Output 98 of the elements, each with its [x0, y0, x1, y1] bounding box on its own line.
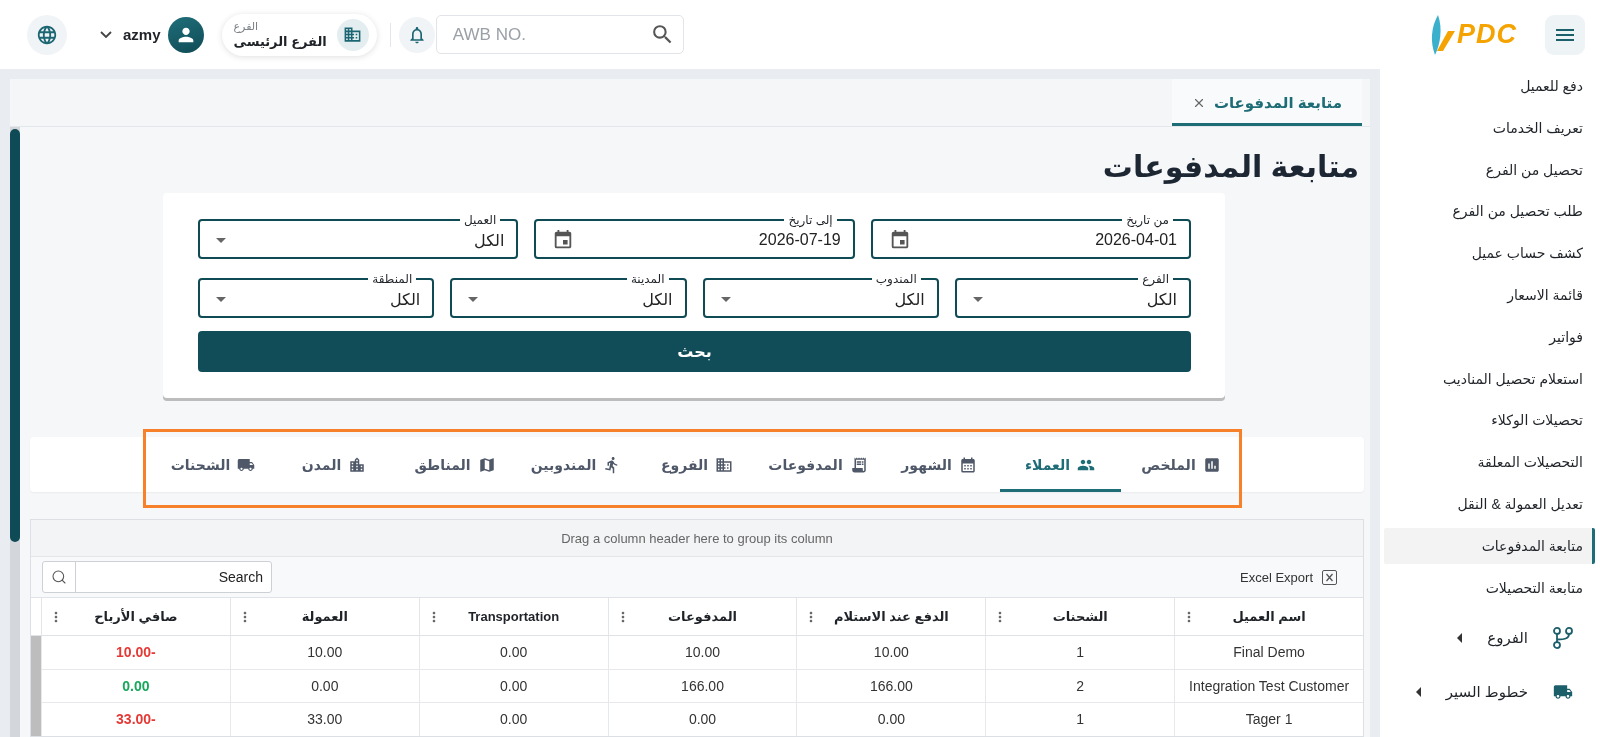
excel-export-button[interactable]: Excel Export — [1240, 569, 1337, 585]
field-label: المدينة — [629, 272, 666, 286]
select-field[interactable]: المندوب الكل — [702, 272, 939, 318]
sidebar-item[interactable]: دفع للعميل — [1384, 69, 1595, 104]
chevron-down-icon — [100, 31, 112, 38]
select-field[interactable]: الفرع الكل — [954, 272, 1191, 318]
dropdown-caret-icon — [720, 296, 731, 302]
table-cell: Integration Test Customer — [1189, 677, 1350, 694]
field-label: المندوب — [874, 272, 918, 286]
table-cell: 1 — [1076, 644, 1085, 661]
field-label: إلى تاريخ — [787, 213, 834, 227]
sidebar-item[interactable]: كشف حساب عميل — [1384, 235, 1595, 272]
field-label: العميل — [462, 213, 498, 227]
sidebar-item[interactable]: التحصيلات المعلقة — [1384, 444, 1595, 481]
report-tab[interactable]: المدن — [273, 437, 395, 492]
excel-icon — [1322, 569, 1337, 585]
menu-button[interactable] — [1545, 14, 1585, 55]
table-cell: 0.00 — [311, 677, 339, 694]
column-header[interactable]: الشحنات — [1008, 609, 1153, 624]
calendar-icon — [958, 455, 977, 474]
select-field[interactable]: المنطقة الكل — [198, 272, 435, 318]
report-tab[interactable]: المناطق — [394, 437, 516, 492]
report-tab[interactable]: الشهور — [878, 437, 1000, 492]
select-field[interactable]: العميل الكل — [198, 213, 519, 259]
column-header[interactable]: اسم العميل — [1197, 609, 1341, 624]
sidebar-item[interactable]: تعريف الخدمات — [1384, 109, 1595, 146]
table-cell: 10.00 — [873, 644, 909, 661]
sidebar-group-item[interactable]: خطوط السير — [1380, 667, 1600, 716]
sidebar-item[interactable]: طلب تحصيل من الفرع — [1384, 193, 1595, 230]
dropdown-caret-icon — [972, 296, 983, 302]
column-header[interactable]: المدفوعات — [630, 609, 775, 624]
table-cell: 10.00 — [307, 644, 343, 661]
building-icon — [336, 18, 369, 51]
search-field[interactable]: AWB NO. — [435, 15, 684, 54]
table-cell: 0.00 — [122, 677, 150, 694]
globe-icon — [36, 23, 58, 46]
leaf-logo-icon — [1429, 14, 1455, 55]
map-icon — [477, 455, 496, 474]
report-tab[interactable]: الشحنات — [152, 437, 274, 492]
notifications-button[interactable] — [398, 16, 435, 53]
column-header[interactable]: Transportation — [441, 609, 586, 624]
table-cell: 0.00 — [500, 711, 528, 728]
building-icon — [715, 455, 734, 474]
table-cell: 166.00 — [869, 677, 913, 694]
sidebar-item[interactable]: فواتير — [1384, 318, 1595, 355]
table-cell: 0.00 — [688, 711, 717, 728]
logo-text: PDC — [1457, 19, 1517, 50]
report-tab[interactable]: المدفوعات — [757, 437, 879, 492]
scrollbar-thumb[interactable] — [10, 129, 20, 542]
table-cell: 2 — [1076, 677, 1085, 694]
report-tab[interactable]: الفروع — [636, 437, 758, 492]
sidebar-item[interactable]: قائمة الاسعار — [1384, 277, 1595, 313]
table-cell: 1 — [1076, 711, 1085, 728]
column-header[interactable]: الدفع عند الاستلام — [819, 609, 964, 624]
scrollbar-thumb[interactable] — [31, 636, 41, 736]
sidebar-item[interactable]: تحصيلات الوكلاء — [1384, 402, 1595, 439]
sidebar-item[interactable]: متابعة التحصيلات — [1384, 569, 1595, 606]
receipt-icon — [849, 455, 868, 474]
table-cell: Tager 1 — [1245, 711, 1293, 728]
report-tab[interactable]: العملاء — [999, 437, 1121, 492]
language-button[interactable] — [27, 14, 67, 55]
field-label: الفرع — [1141, 272, 1170, 286]
sidebar-item[interactable]: تعديل العمولة & النقل — [1384, 485, 1595, 522]
field-label: المنطقة — [371, 272, 414, 286]
city-icon — [348, 455, 367, 474]
column-header[interactable]: العمولة — [252, 609, 397, 624]
search-icon — [51, 569, 67, 585]
table-cell: 0.00 — [500, 677, 528, 694]
sidebar-item[interactable]: تحصيل من الفرع — [1384, 151, 1595, 188]
dropdown-caret-icon — [468, 296, 479, 302]
dropdown-caret-icon — [216, 237, 226, 243]
sidebar-item[interactable]: متابعة المدفوعات — [1384, 527, 1595, 564]
branch-icon — [1553, 626, 1573, 649]
table-cell: 33.00 — [307, 711, 343, 728]
user-avatar-icon — [167, 16, 204, 53]
page-tab[interactable]: متابعة المدفوعات — [1171, 79, 1362, 126]
table-cell: 0.00 — [500, 644, 528, 661]
dropdown-caret-icon — [216, 296, 226, 302]
table-cell: 0.00 — [877, 711, 905, 728]
chart-icon — [1202, 455, 1221, 474]
table-cell: 33.00- — [116, 711, 156, 728]
page-title: متابعة المدفوعات — [1101, 149, 1359, 186]
table-cell: 10.00 — [685, 644, 721, 661]
search-field[interactable]: Search — [42, 561, 272, 593]
field-label: من تاريخ — [1125, 213, 1170, 227]
select-field[interactable]: المدينة الكل — [450, 272, 687, 318]
table-cell: 166.00 — [681, 677, 724, 694]
sidebar-group-item[interactable]: الفروع — [1380, 613, 1600, 662]
report-tab[interactable]: الملخص — [1120, 437, 1242, 492]
search-button[interactable]: بحث — [198, 331, 1191, 372]
branch-selector[interactable]: الفرع الفرع الرئيسى — [221, 13, 377, 56]
column-header[interactable]: صافي الأرباح — [64, 609, 208, 624]
sidebar-item[interactable]: استعلام تحصيل المناديب — [1384, 360, 1595, 397]
table-cell: 10.00- — [116, 644, 156, 661]
user-menu[interactable]: azmy — [100, 16, 204, 53]
group-panel: Drag a column header here to group its column — [31, 520, 1363, 557]
table-cell: Final Demo — [1233, 644, 1305, 661]
report-tab[interactable]: المندوبين — [515, 437, 637, 492]
